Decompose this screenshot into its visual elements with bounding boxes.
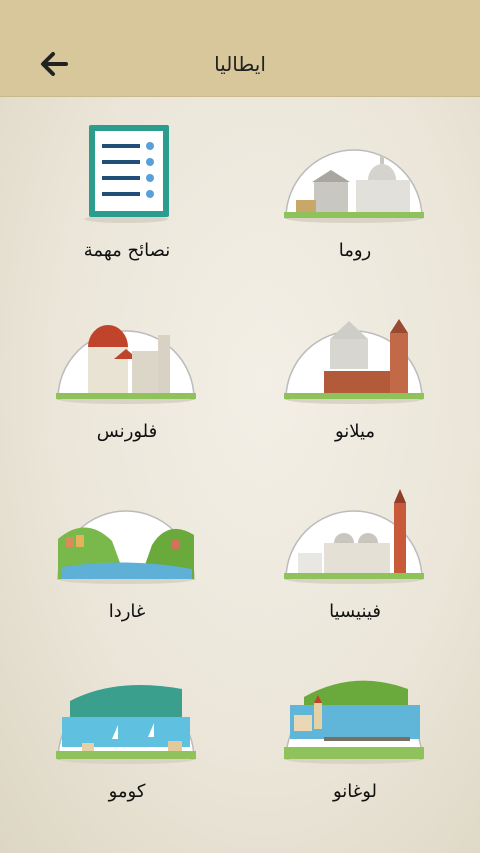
lugano-lake-icon [284, 659, 424, 769]
garda-lake-icon [56, 479, 196, 589]
tile-label: فلورنس [96, 421, 158, 442]
app-header: ايطاليا [0, 0, 480, 97]
tile-venice[interactable]: فينيسيا [280, 479, 430, 644]
como-lake-icon [56, 659, 196, 769]
tile-rome[interactable]: روما [280, 118, 430, 283]
tile-label: نصائح مهمة [83, 240, 171, 261]
tile-tips[interactable]: نصائح مهمة [52, 118, 202, 283]
tile-label: فينيسيا [329, 601, 381, 622]
milan-castle-icon [284, 299, 424, 409]
tile-milan[interactable]: ميلانو [280, 299, 430, 464]
rome-landmarks-icon [284, 118, 424, 228]
venice-basilica-icon [284, 479, 424, 589]
page-title: ايطاليا [214, 52, 266, 76]
tile-garda[interactable]: غاردا [52, 479, 202, 644]
tile-label: كومو [108, 781, 146, 802]
tile-lugano[interactable]: لوغانو [280, 659, 430, 824]
florence-duomo-icon [56, 299, 196, 409]
tile-label: روما [338, 240, 372, 261]
tile-label: ميلانو [334, 421, 376, 442]
tile-florence[interactable]: فلورنس [52, 299, 202, 464]
tile-label: غاردا [108, 601, 146, 622]
tile-como[interactable]: كومو [52, 659, 202, 824]
tile-label: لوغانو [333, 781, 377, 802]
checklist-icon [56, 118, 196, 228]
